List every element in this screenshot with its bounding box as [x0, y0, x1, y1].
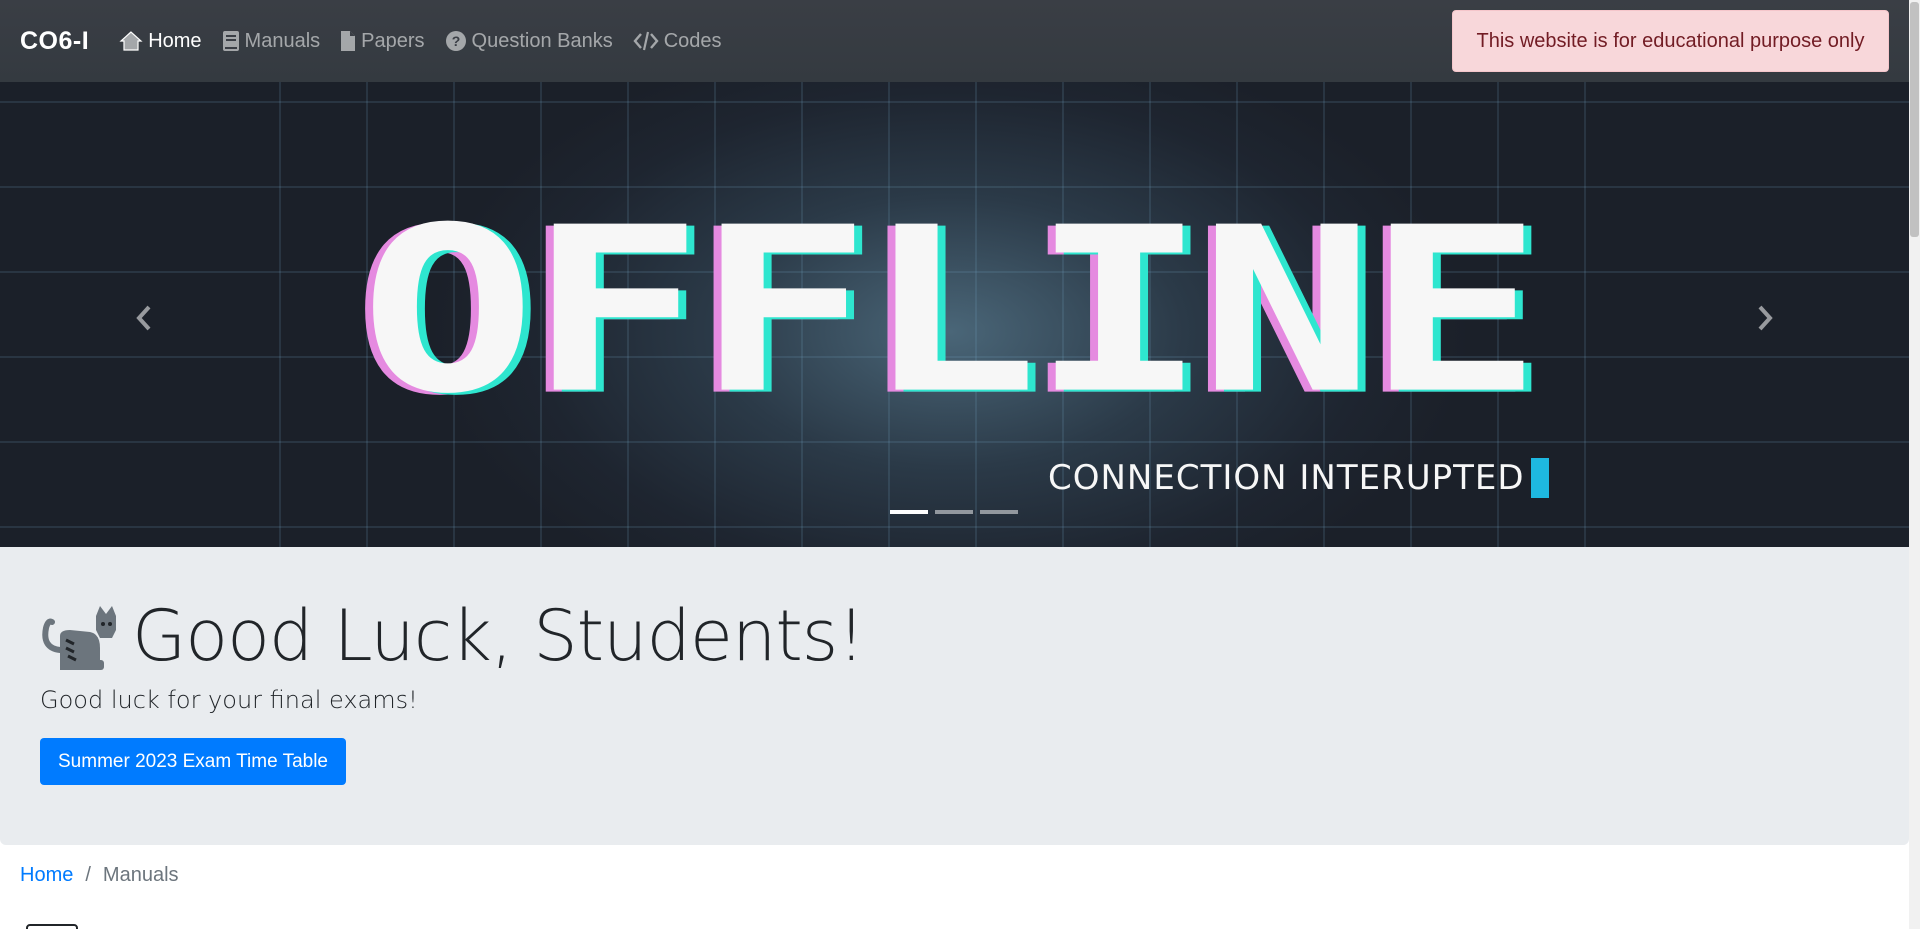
top-navbar: CO6-I Home Manuals Papers ? Question Ban… [0, 0, 1909, 82]
chevron-left-icon [136, 305, 151, 331]
exam-timetable-button[interactable]: Summer 2023 Exam Time Table [40, 738, 346, 785]
breadcrumb-home[interactable]: Home [20, 864, 73, 887]
nav-item-codes[interactable]: Codes [633, 30, 722, 53]
carousel-prev-button[interactable] [124, 298, 164, 338]
brand-logo[interactable]: CO6-I [20, 27, 89, 56]
chevron-right-icon [1758, 305, 1773, 331]
question-circle-icon: ? [445, 31, 466, 51]
partial-content-box [26, 924, 78, 929]
carousel-indicator-3[interactable] [980, 510, 1018, 514]
nav-item-papers[interactable]: Papers [340, 29, 425, 53]
hero-carousel: OFFLINE OFFLINE OFFLINE CONNECTION INTER… [0, 82, 1909, 547]
breadcrumb: Home / Manuals [20, 864, 179, 887]
document-icon [341, 31, 356, 51]
jumbotron-heading: Good Luck, Students! [40, 595, 865, 677]
carousel-indicators [890, 510, 1018, 514]
svg-text:?: ? [451, 33, 460, 49]
educational-alert: This website is for educational purpose … [1452, 10, 1889, 72]
page-scrollbar[interactable] [1909, 0, 1920, 929]
carousel-next-button[interactable] [1745, 298, 1785, 338]
connection-subtext-label: CONNECTION INTERUPTED [1048, 458, 1525, 498]
carousel-indicator-2[interactable] [935, 510, 973, 514]
nav-item-home[interactable]: Home [119, 29, 202, 53]
carousel-indicator-1[interactable] [890, 510, 928, 514]
offline-text: OFFLINE [360, 178, 1543, 444]
home-icon [119, 31, 143, 51]
breadcrumb-current: Manuals [102, 864, 179, 886]
jumbotron-lead: Good luck for your final exams! [40, 686, 418, 714]
breadcrumb-separator: / [85, 864, 91, 886]
nav-item-codes-label: Codes [663, 29, 722, 52]
connection-subtext: CONNECTION INTERUPTED [1048, 458, 1549, 498]
blinking-cursor [1530, 458, 1549, 498]
nav-item-question-banks-label: Question Banks [471, 29, 613, 52]
scrollbar-thumb[interactable] [1910, 2, 1919, 237]
nav-item-papers-label: Papers [361, 29, 425, 52]
nav-item-home-label: Home [148, 29, 202, 52]
nav-item-manuals-label: Manuals [244, 29, 321, 52]
nav-item-question-banks[interactable]: ? Question Banks [445, 30, 613, 53]
book-icon [222, 31, 239, 51]
jumbotron-title: Good Luck, Students! [132, 595, 865, 677]
nav-item-manuals[interactable]: Manuals [222, 29, 321, 53]
code-icon [633, 31, 659, 51]
cat-icon [42, 606, 116, 670]
